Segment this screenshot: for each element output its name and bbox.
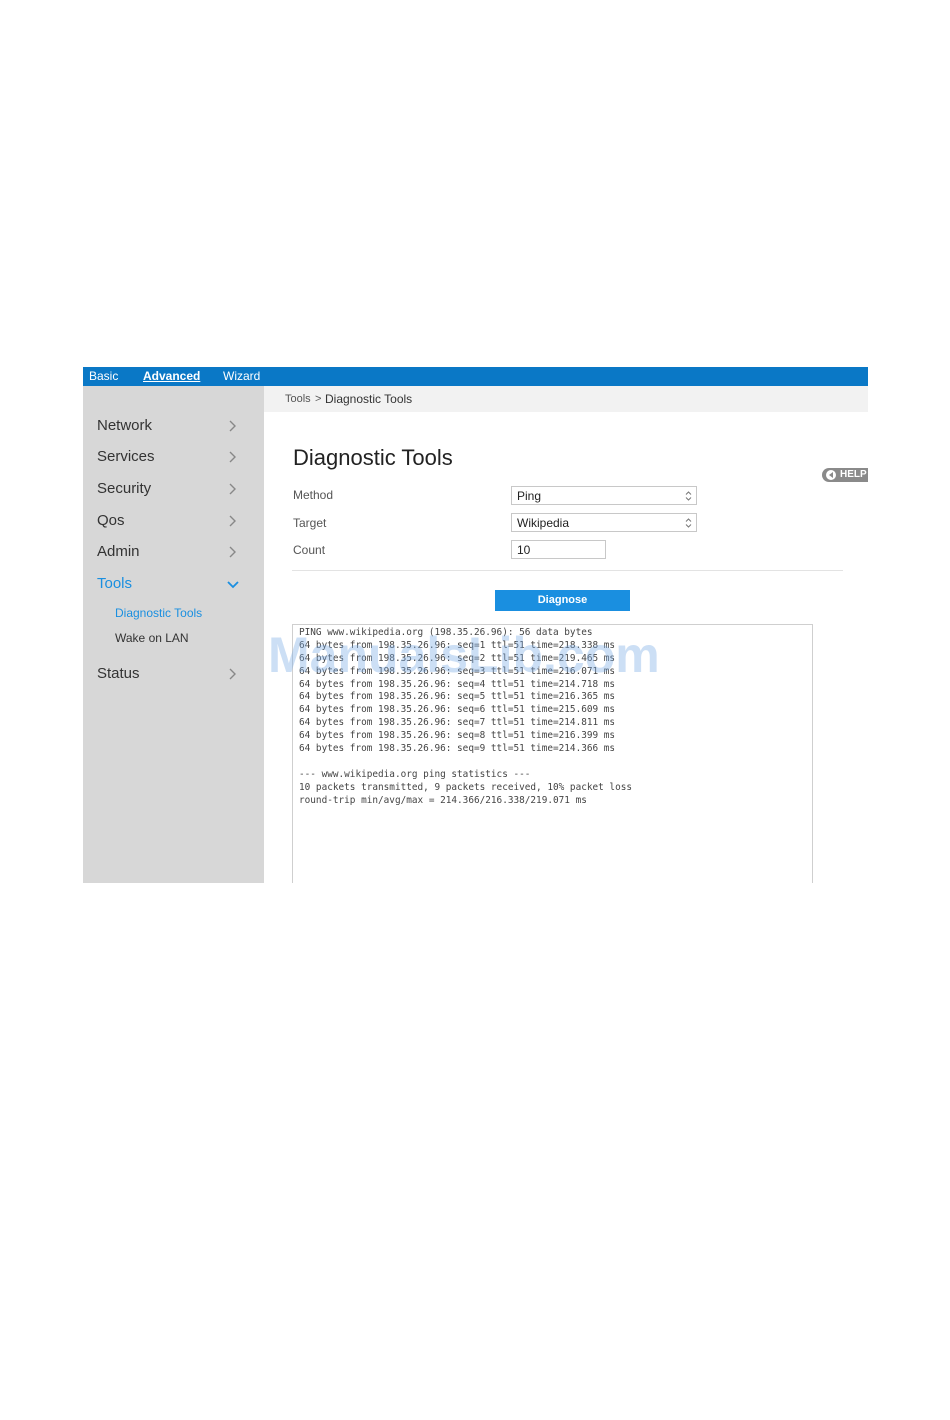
output-line: 64 bytes from 198.35.26.96: seq=4 ttl=51… [299, 678, 616, 690]
tab-wizard[interactable]: Wizard [223, 368, 260, 384]
output-line: 64 bytes from 198.35.26.96: seq=6 ttl=51… [299, 704, 616, 716]
sidebar-item-status[interactable]: Status [97, 662, 249, 686]
breadcrumb-separator: > [315, 393, 322, 405]
chevron-right-icon [229, 515, 236, 527]
tab-advanced[interactable]: Advanced [143, 368, 200, 384]
divider [292, 570, 843, 571]
help-label: HELP [840, 469, 867, 480]
sidebar-item-security[interactable]: Security [97, 477, 249, 501]
method-select[interactable]: Ping [511, 486, 697, 505]
breadcrumb-parent[interactable]: Tools [285, 392, 311, 406]
chevron-right-icon [229, 420, 236, 432]
sidebar-item-label: Admin [97, 543, 140, 560]
diagnostic-output[interactable]: PING www.wikipedia.org (198.35.26.96): 5… [292, 624, 813, 883]
output-line: 64 bytes from 198.35.26.96: seq=7 ttl=51… [299, 717, 616, 729]
sidebar-item-services[interactable]: Services [97, 445, 249, 469]
output-line: 64 bytes from 198.35.26.96: seq=3 ttl=51… [299, 665, 616, 677]
chevron-right-icon [229, 668, 236, 680]
sidebar-item-label: Qos [97, 512, 125, 529]
sidebar-item-label: Network [97, 417, 153, 434]
top-nav-bar: Basic Advanced Wizard [83, 367, 868, 386]
output-line: 64 bytes from 198.35.26.96: seq=5 ttl=51… [299, 691, 616, 703]
sidebar-item-label: Security [97, 480, 152, 497]
output-line: 64 bytes from 198.35.26.96: seq=9 ttl=51… [299, 743, 616, 755]
breadcrumb-current: Diagnostic Tools [325, 392, 413, 406]
output-line: 10 packets transmitted, 9 packets receiv… [299, 781, 633, 793]
sidebar-subitem-wake-on-lan[interactable]: Wake on LAN [115, 629, 189, 647]
output-line: PING www.wikipedia.org (198.35.26.96): 5… [299, 627, 593, 638]
diagnose-button[interactable]: Diagnose [495, 590, 630, 611]
chevron-down-icon [227, 581, 239, 589]
router-admin-screenshot: Basic Advanced Wizard Network Services S… [83, 367, 868, 883]
breadcrumb: Tools > Diagnostic Tools [264, 386, 868, 412]
sidebar-item-label: Services [97, 448, 155, 465]
sidebar-subitem-diagnostic-tools[interactable]: Diagnostic Tools [115, 604, 202, 622]
count-label: Count [293, 543, 326, 557]
output-line: 64 bytes from 198.35.26.96: seq=8 ttl=51… [299, 730, 616, 742]
sidebar-item-qos[interactable]: Qos [97, 509, 249, 533]
output-line: 64 bytes from 198.35.26.96: seq=2 ttl=51… [299, 652, 616, 664]
sidebar-item-label: Status [97, 665, 140, 682]
updown-arrows-icon [685, 518, 692, 528]
output-line: --- www.wikipedia.org ping statistics --… [299, 768, 531, 780]
target-select-value: Wikipedia [517, 516, 570, 530]
tab-basic[interactable]: Basic [89, 368, 118, 384]
sidebar-item-tools[interactable]: Tools [97, 572, 249, 596]
method-select-value: Ping [517, 489, 542, 503]
output-line: 64 bytes from 198.35.26.96: seq=1 ttl=51… [299, 639, 616, 651]
target-select[interactable]: Wikipedia [511, 513, 697, 532]
page-title: Diagnostic Tools [293, 445, 453, 470]
sidebar-item-admin[interactable]: Admin [97, 540, 249, 564]
method-label: Method [293, 488, 334, 502]
updown-arrows-icon [685, 491, 692, 501]
help-button[interactable]: HELP [822, 468, 868, 482]
output-line: round-trip min/avg/max = 214.366/216.338… [299, 794, 587, 806]
chevron-right-icon [229, 483, 236, 495]
back-arrow-icon [826, 470, 836, 480]
sidebar: Network Services Security Qos Admin Tool… [83, 386, 264, 883]
chevron-right-icon [229, 546, 236, 558]
sidebar-item-label: Tools [97, 575, 133, 592]
target-label: Target [293, 516, 327, 530]
sidebar-item-network[interactable]: Network [97, 414, 249, 438]
count-input[interactable] [511, 540, 606, 559]
chevron-right-icon [229, 451, 236, 463]
